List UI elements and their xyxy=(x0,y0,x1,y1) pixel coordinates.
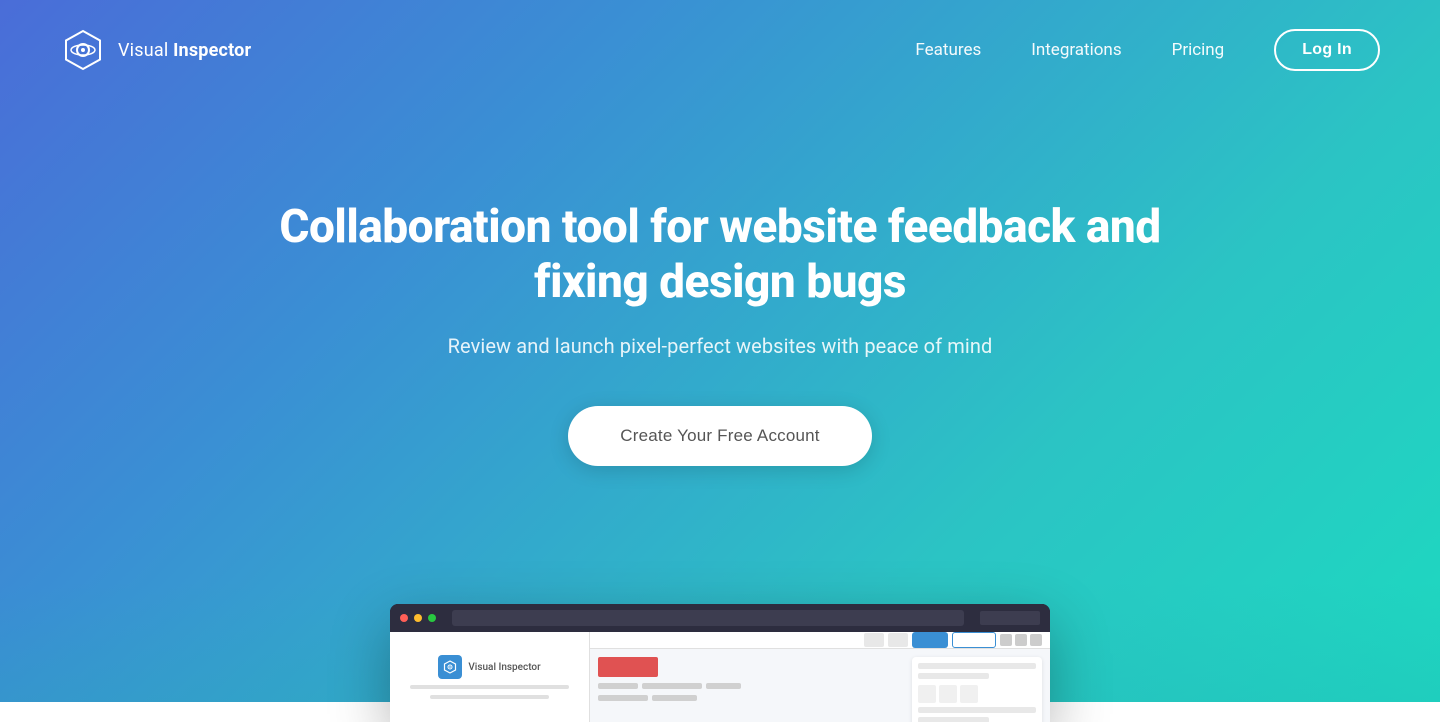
nav-links: Features Integrations Pricing Log In xyxy=(915,29,1380,71)
cta-button[interactable]: Create Your Free Account xyxy=(568,406,871,466)
hero-section: Visual Inspector Features Integrations P… xyxy=(0,0,1440,702)
logo-text: Visual Inspector xyxy=(118,40,251,61)
hero-title: Collaboration tool for website feedback … xyxy=(270,200,1170,310)
login-button[interactable]: Log In xyxy=(1274,29,1380,71)
nav-link-features[interactable]: Features xyxy=(915,40,981,60)
panel-row-3 xyxy=(918,707,1036,713)
navbar: Visual Inspector Features Integrations P… xyxy=(0,0,1440,100)
nav-link-integrations[interactable]: Integrations xyxy=(1031,40,1121,60)
hero-subtitle: Review and launch pixel-perfect websites… xyxy=(448,334,993,358)
logo-icon xyxy=(60,27,106,73)
nav-link-pricing[interactable]: Pricing xyxy=(1172,40,1225,60)
logo[interactable]: Visual Inspector xyxy=(60,27,251,73)
hero-content: Collaboration tool for website feedback … xyxy=(0,100,1440,702)
panel-row-4 xyxy=(918,717,989,722)
